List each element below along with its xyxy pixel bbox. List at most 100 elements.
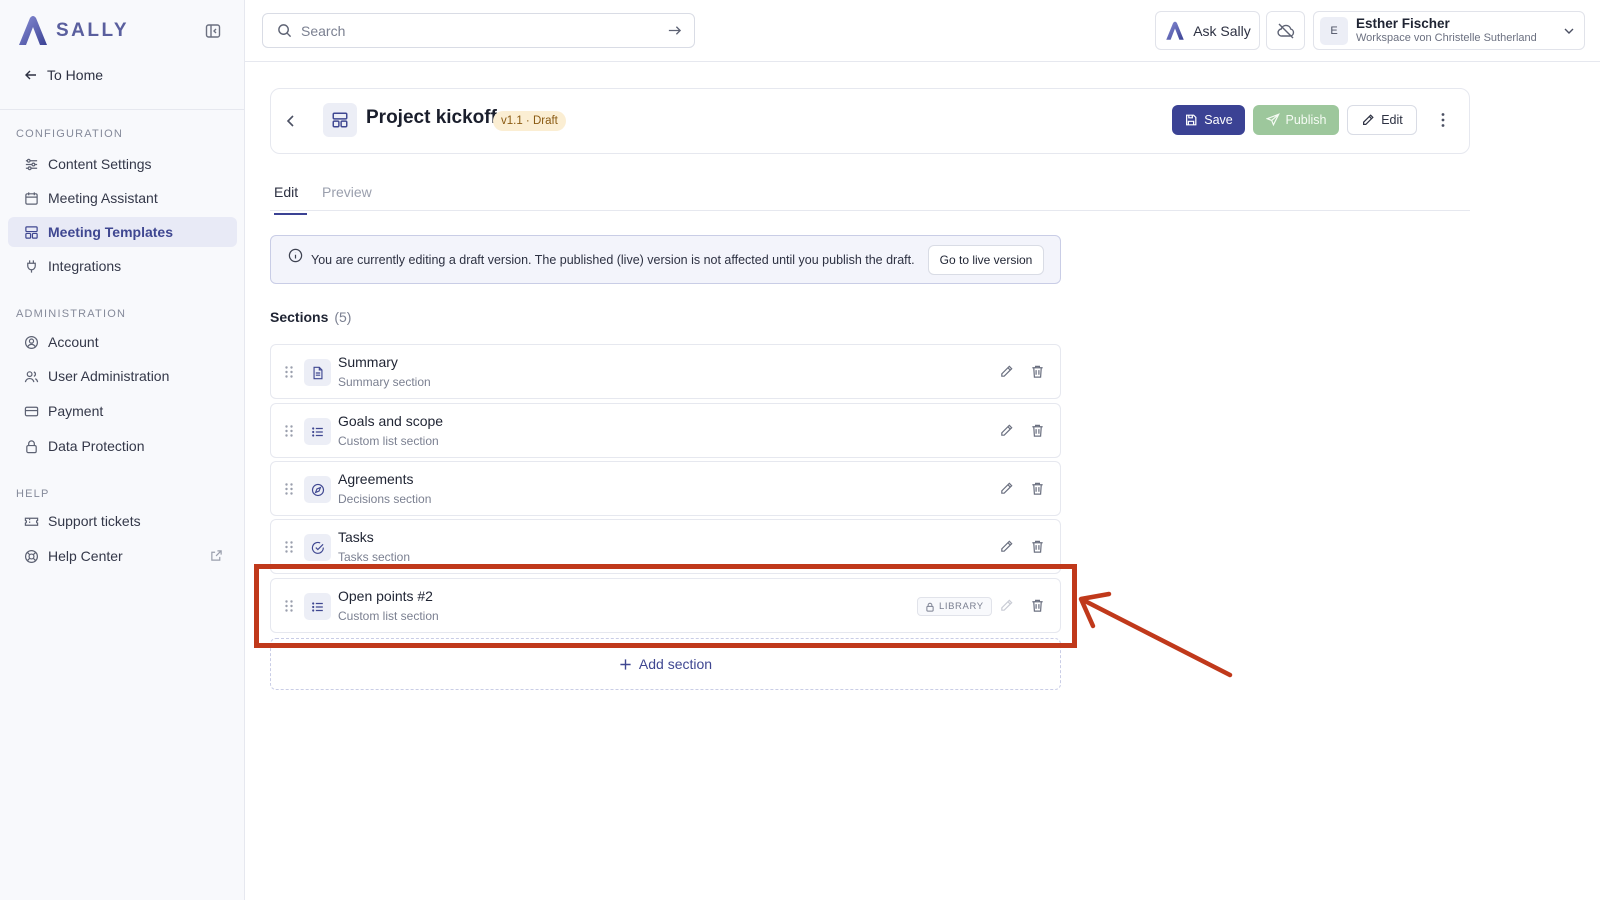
- section-subtitle: Decisions section: [338, 492, 432, 506]
- section-title: Tasks: [338, 529, 374, 545]
- save-button[interactable]: Save: [1172, 105, 1245, 135]
- search-bar[interactable]: [262, 13, 695, 48]
- plus-icon: [620, 658, 631, 670]
- sidebar-item-data-protection[interactable]: Data Protection: [8, 431, 237, 461]
- tab-bar: Edit Preview: [270, 180, 1470, 215]
- sections-heading: Sections (5): [270, 309, 351, 325]
- collapse-sidebar-icon[interactable]: [204, 22, 222, 40]
- annotation-highlight-box: [254, 564, 1077, 648]
- visibility-toggle-button[interactable]: [1266, 11, 1305, 50]
- add-section-label: Add section: [638, 656, 713, 672]
- user-menu[interactable]: E Esther Fischer Workspace von Christell…: [1313, 11, 1585, 50]
- section-title-configuration: CONFIGURATION: [16, 128, 124, 140]
- info-icon: [288, 248, 303, 263]
- chevron-down-icon: [1564, 28, 1574, 34]
- sally-logo[interactable]: SALLY: [16, 15, 129, 47]
- chevron-left-icon: [286, 115, 294, 127]
- drag-handle-icon[interactable]: [283, 540, 295, 554]
- sidebar-item-account[interactable]: Account: [8, 327, 237, 357]
- to-home-label: To Home: [47, 67, 104, 83]
- trash-icon[interactable]: [1030, 364, 1045, 379]
- pencil-icon[interactable]: [999, 423, 1014, 438]
- section-title: Agreements: [338, 471, 414, 487]
- sidebar-item-label: Payment: [48, 403, 104, 419]
- sidebar-item-label: Meeting Templates: [48, 224, 173, 240]
- check-circle-icon: [311, 541, 324, 554]
- layout-template-icon: [332, 112, 348, 128]
- section-type-icon: [304, 418, 331, 445]
- sidebar-item-meeting-templates[interactable]: Meeting Templates: [8, 217, 237, 247]
- sidebar-item-integrations[interactable]: Integrations: [8, 251, 237, 281]
- drag-handle-icon[interactable]: [283, 424, 295, 438]
- trash-icon[interactable]: [1030, 423, 1045, 438]
- to-home-link[interactable]: To Home: [24, 67, 103, 83]
- document-icon: [312, 366, 323, 379]
- back-button[interactable]: [283, 113, 299, 129]
- sections-heading-label: Sections: [270, 309, 329, 325]
- sections-count: (5): [334, 309, 352, 325]
- sidebar-item-help-center[interactable]: Help Center: [8, 541, 237, 571]
- more-options-icon[interactable]: [1433, 110, 1453, 130]
- edit-button[interactable]: Edit: [1347, 105, 1417, 135]
- drag-handle-icon[interactable]: [283, 482, 295, 496]
- section-row-summary[interactable]: Summary Summary section: [270, 344, 1061, 399]
- tab-edit[interactable]: Edit: [274, 184, 307, 215]
- trash-icon[interactable]: [1030, 539, 1045, 554]
- pencil-icon[interactable]: [999, 539, 1014, 554]
- lock-icon: [26, 439, 37, 453]
- sidebar-item-support-tickets[interactable]: Support tickets: [8, 506, 237, 536]
- user-circle-icon: [24, 335, 39, 349]
- layout-template-icon: [25, 225, 38, 239]
- publish-button[interactable]: Publish: [1253, 105, 1339, 135]
- go-to-live-version-button[interactable]: Go to live version: [928, 245, 1044, 275]
- save-label: Save: [1204, 113, 1233, 127]
- plug-icon: [27, 259, 36, 273]
- arrow-left-icon: [25, 70, 36, 80]
- section-title: Summary: [338, 354, 398, 370]
- ask-sally-button[interactable]: Ask Sally: [1155, 11, 1260, 50]
- sidebar-item-label: Support tickets: [48, 513, 141, 529]
- section-type-icon: [304, 476, 331, 503]
- pencil-icon[interactable]: [999, 481, 1014, 496]
- sidebar-item-label: Help Center: [48, 548, 123, 564]
- user-info: Esther Fischer Workspace von Christelle …: [1356, 16, 1537, 45]
- users-icon: [24, 370, 39, 382]
- annotation-arrow: [1078, 591, 1233, 678]
- sidebar-item-user-administration[interactable]: User Administration: [8, 361, 237, 391]
- calendar-icon: [25, 191, 38, 205]
- credit-card-icon: [24, 406, 39, 416]
- tab-preview[interactable]: Preview: [322, 184, 372, 200]
- section-subtitle: Tasks section: [338, 550, 411, 564]
- drag-handle-icon[interactable]: [283, 365, 295, 379]
- sidebar-item-label: User Administration: [48, 368, 170, 384]
- template-header: Project kickoff v1.1 · Draft Save Publis…: [270, 88, 1470, 154]
- ask-sally-label: Ask Sally: [1193, 22, 1251, 39]
- sliders-icon: [25, 158, 38, 170]
- page-title: Project kickoff: [366, 107, 497, 128]
- section-row-agreements[interactable]: Agreements Decisions section: [270, 461, 1061, 516]
- sally-logo-icon: [19, 16, 47, 45]
- search-input[interactable]: [301, 22, 658, 39]
- trash-icon[interactable]: [1030, 481, 1045, 496]
- cloud-off-icon: [1276, 23, 1294, 38]
- search-icon: [278, 24, 292, 38]
- section-title-help: HELP: [16, 488, 50, 500]
- section-row-goals-and-scope[interactable]: Goals and scope Custom list section: [270, 403, 1061, 458]
- external-link-icon: [211, 550, 222, 561]
- pencil-icon[interactable]: [999, 364, 1014, 379]
- user-name: Esther Fischer: [1356, 16, 1450, 31]
- sidebar-item-payment[interactable]: Payment: [8, 396, 237, 426]
- section-type-icon: [304, 534, 331, 561]
- sidebar-item-label: Data Protection: [48, 438, 145, 454]
- sidebar-divider: [0, 109, 244, 110]
- section-subtitle: Custom list section: [338, 434, 439, 448]
- banner-text: You are currently editing a draft versio…: [311, 253, 915, 267]
- save-icon: [1186, 114, 1197, 126]
- lifebuoy-icon: [24, 549, 39, 563]
- compass-icon: [311, 483, 324, 496]
- sally-logo-icon: [1166, 21, 1184, 40]
- pencil-icon: [1363, 114, 1374, 125]
- arrow-right-icon[interactable]: [667, 23, 682, 38]
- sidebar-item-meeting-assistant[interactable]: Meeting Assistant: [8, 183, 237, 213]
- sidebar-item-content-settings[interactable]: Content Settings: [8, 149, 237, 179]
